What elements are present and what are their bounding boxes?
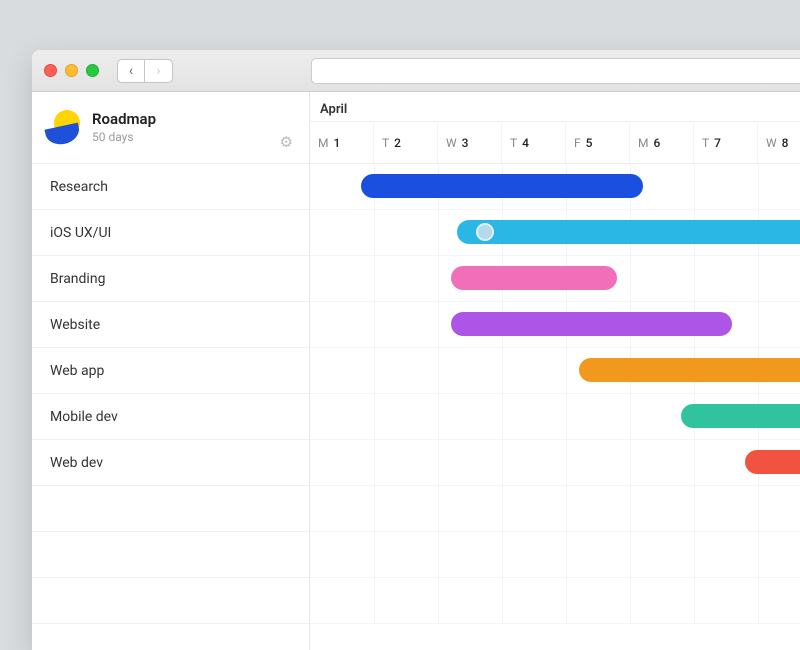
drag-handle-icon[interactable]	[476, 223, 494, 241]
forward-button[interactable]: ›	[145, 59, 173, 83]
task-label[interactable]: iOS UX/UI	[32, 210, 309, 256]
gear-icon[interactable]: ⚙	[280, 133, 293, 151]
task-row	[310, 210, 800, 256]
app-window: ‹ › Roadmap 50 days ⚙ ResearchiOS UX/UIB…	[32, 50, 800, 650]
timeline: April M1T2W3T4F5M6T7W8	[310, 92, 800, 650]
sidebar: Roadmap 50 days ⚙ ResearchiOS UX/UIBrand…	[32, 92, 310, 650]
nav-buttons: ‹ ›	[117, 59, 173, 83]
task-label[interactable]: Web app	[32, 348, 309, 394]
project-header: Roadmap 50 days ⚙	[32, 92, 309, 164]
task-row	[310, 164, 800, 210]
day-column-header: F5	[566, 122, 630, 163]
gantt-bar[interactable]	[451, 266, 617, 290]
back-button[interactable]: ‹	[117, 59, 145, 83]
task-label[interactable]: Research	[32, 164, 309, 210]
gantt-bar[interactable]	[579, 358, 800, 382]
maximize-icon[interactable]	[86, 64, 99, 77]
task-row	[310, 394, 800, 440]
task-row	[310, 302, 800, 348]
task-row	[310, 348, 800, 394]
day-column-header: M1	[310, 122, 374, 163]
day-header: M1T2W3T4F5M6T7W8	[310, 122, 800, 164]
project-title: Roadmap	[92, 110, 268, 128]
gantt-rows	[310, 164, 800, 624]
gantt-bar[interactable]	[681, 404, 800, 428]
gantt-bar[interactable]	[451, 312, 733, 336]
task-label[interactable]: Website	[32, 302, 309, 348]
day-column-header: T7	[694, 122, 758, 163]
project-icon	[48, 110, 80, 142]
day-column-header: W8	[758, 122, 800, 163]
titlebar: ‹ ›	[32, 50, 800, 92]
day-column-header: W3	[438, 122, 502, 163]
day-column-header: M6	[630, 122, 694, 163]
month-label: April	[310, 92, 800, 122]
minimize-icon[interactable]	[65, 64, 78, 77]
search-input[interactable]	[311, 58, 800, 84]
day-column-header: T2	[374, 122, 438, 163]
task-row	[310, 256, 800, 302]
task-label[interactable]: Branding	[32, 256, 309, 302]
gantt-bar[interactable]	[361, 174, 643, 198]
close-icon[interactable]	[44, 64, 57, 77]
gantt-bar[interactable]	[745, 450, 800, 474]
gantt-bar[interactable]	[457, 220, 800, 244]
window-controls	[44, 64, 99, 77]
task-row	[310, 440, 800, 486]
content: Roadmap 50 days ⚙ ResearchiOS UX/UIBrand…	[32, 92, 800, 650]
task-label[interactable]: Mobile dev	[32, 394, 309, 440]
project-subtitle: 50 days	[92, 130, 268, 144]
day-column-header: T4	[502, 122, 566, 163]
task-label[interactable]: Web dev	[32, 440, 309, 486]
